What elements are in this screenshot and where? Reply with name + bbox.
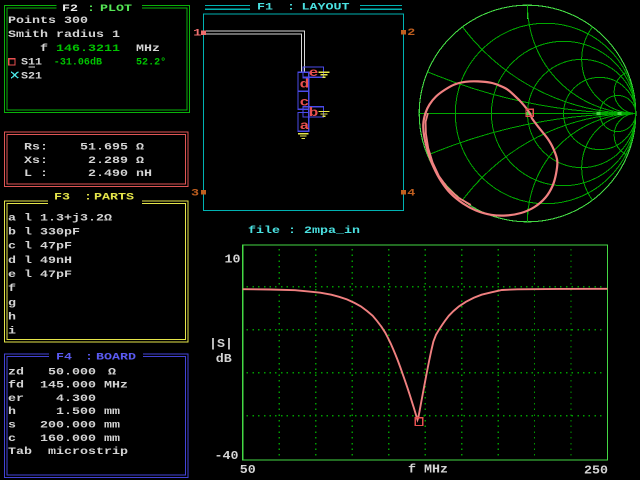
svg-text::: : (85, 352, 93, 363)
svg-text:Ω: Ω (108, 367, 116, 378)
svg-text:160.000: 160.000 (40, 434, 96, 445)
svg-text:file : 2mpa_in: file : 2mpa_in (248, 226, 360, 237)
svg-text:PARTS: PARTS (94, 192, 134, 203)
svg-text:BOARD: BOARD (96, 352, 136, 363)
svg-text:S21: S21 (21, 72, 42, 83)
svg-text::: : (87, 4, 95, 15)
svg-text:47pF: 47pF (40, 270, 72, 281)
svg-text:L :: L : (24, 169, 48, 180)
svg-text:mm: mm (104, 407, 120, 418)
svg-text:-40: -40 (215, 448, 239, 463)
svg-text::: : (84, 192, 92, 203)
svg-text:F2: F2 (62, 4, 78, 15)
svg-text:1: 1 (193, 28, 201, 39)
svg-text:l: l (24, 227, 32, 238)
svg-text:MHz: MHz (104, 381, 128, 392)
svg-text:fd: fd (8, 381, 24, 392)
svg-text:MHz: MHz (136, 44, 160, 55)
svg-text:f MHz: f MHz (408, 462, 448, 477)
svg-text:2: 2 (407, 28, 415, 39)
svg-text:i: i (8, 327, 16, 338)
svg-text:f: f (8, 284, 16, 295)
svg-text:-31.06dB: -31.06dB (54, 58, 102, 69)
svg-text:F3: F3 (54, 192, 70, 203)
svg-text:51.695: 51.695 (80, 142, 128, 153)
svg-text:PLOT: PLOT (100, 4, 132, 15)
svg-text:1.500: 1.500 (56, 407, 96, 418)
svg-text:200.000: 200.000 (40, 420, 96, 431)
svg-text:2.289: 2.289 (88, 156, 128, 167)
svg-text:g: g (8, 298, 16, 309)
svg-text:nH: nH (136, 169, 152, 180)
svg-text:50.000: 50.000 (48, 367, 96, 378)
svg-text:zd: zd (8, 367, 24, 378)
svg-text:145.000: 145.000 (40, 381, 96, 392)
svg-text:|S|: |S| (209, 336, 233, 351)
svg-text:c: c (8, 242, 16, 253)
svg-text:52.2°: 52.2° (136, 58, 166, 69)
svg-text:dB: dB (216, 351, 232, 366)
svg-text:l: l (24, 270, 32, 281)
svg-text:3: 3 (191, 188, 199, 199)
svg-text:c: c (8, 434, 16, 445)
svg-text:f: f (40, 44, 48, 55)
svg-text:Points 300: Points 300 (8, 16, 88, 27)
svg-text:F1: F1 (257, 2, 273, 13)
svg-text:h: h (8, 312, 16, 323)
svg-text:Rs:: Rs: (24, 142, 48, 153)
svg-text:e: e (309, 67, 319, 80)
svg-text:e: e (8, 270, 16, 281)
svg-text:F4: F4 (56, 352, 72, 363)
svg-text:49nH: 49nH (40, 256, 72, 267)
svg-text:s: s (8, 420, 16, 431)
svg-text:Tab: Tab (8, 447, 32, 458)
svg-text:b: b (8, 227, 16, 238)
svg-text:c: c (300, 96, 310, 109)
svg-text:b: b (309, 107, 319, 120)
svg-text:Smith radius 1: Smith radius 1 (8, 30, 120, 41)
svg-text:l: l (24, 256, 32, 267)
svg-text:mm: mm (104, 434, 120, 445)
svg-text:330pF: 330pF (40, 227, 80, 238)
svg-text:47pF: 47pF (40, 242, 72, 253)
svg-text:Xs:: Xs: (24, 156, 48, 167)
svg-text:4: 4 (407, 188, 415, 199)
svg-text:4.300: 4.300 (56, 394, 96, 405)
svg-text:l: l (24, 213, 32, 224)
svg-text:146.3211: 146.3211 (56, 44, 120, 55)
svg-text:Ω: Ω (136, 156, 144, 167)
svg-text:microstrip: microstrip (48, 447, 128, 458)
svg-text:LAYOUT: LAYOUT (302, 2, 350, 13)
svg-text:d: d (300, 78, 310, 91)
svg-text:er: er (8, 394, 24, 405)
svg-text:250: 250 (584, 463, 608, 478)
svg-text:10: 10 (225, 252, 241, 267)
svg-text:h: h (8, 407, 16, 418)
svg-text:Ω: Ω (136, 142, 144, 153)
svg-text::: : (287, 2, 295, 13)
svg-text:a: a (300, 120, 310, 133)
svg-text:50: 50 (240, 462, 256, 477)
svg-text:2.490: 2.490 (88, 169, 128, 180)
svg-text:l: l (24, 242, 32, 253)
svg-text:mm: mm (104, 420, 120, 431)
svg-text:1.3+j3.2Ω: 1.3+j3.2Ω (40, 213, 112, 224)
svg-text:a: a (8, 213, 16, 224)
svg-text:d: d (8, 256, 16, 267)
